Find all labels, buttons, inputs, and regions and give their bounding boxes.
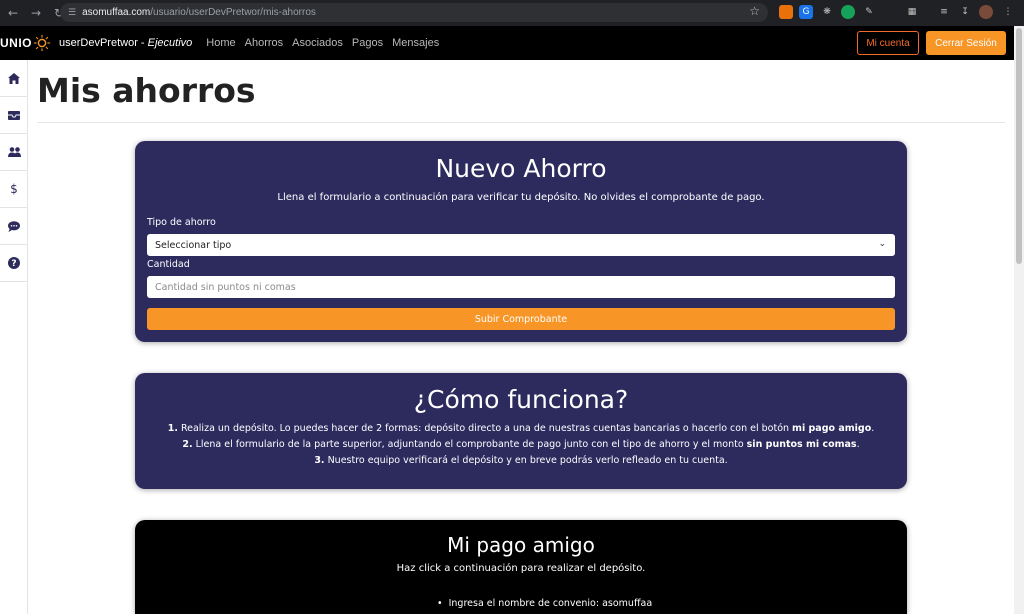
profile-avatar-icon[interactable] (979, 5, 993, 19)
sidebar-item-home[interactable] (0, 60, 28, 97)
cantidad-label: Cantidad (147, 259, 190, 270)
mi-pago-amigo-subtitle: Haz click a continuación para realizar e… (396, 563, 646, 574)
subir-comprobante-button[interactable]: Subir Comprobante (147, 308, 895, 330)
step-3-number: 3. (314, 455, 325, 466)
como-funciona-title: ¿Cómo funciona? (413, 385, 629, 414)
user-role: userDevPretwor - Ejecutivo (59, 37, 193, 49)
page-title: Mis ahorros (37, 71, 256, 110)
step-2-text: Llena el formulario de la parte superior… (192, 439, 747, 450)
cerrar-sesion-button[interactable]: Cerrar Sesión (926, 31, 1006, 55)
tipo-ahorro-select[interactable]: Seleccionar tipo ⌄ (147, 234, 895, 256)
extension-translate-icon[interactable]: G (799, 5, 813, 19)
users-icon (7, 147, 21, 157)
nav-pagos[interactable]: Pagos (352, 37, 383, 49)
extension-eyedropper-icon[interactable]: ✎ (862, 5, 876, 19)
download-icon[interactable]: ↧ (958, 5, 972, 19)
mi-pago-amigo-title: Mi pago amigo (447, 533, 595, 557)
mi-pago-amigo-card: Mi pago amigo Haz click a continuación p… (135, 520, 907, 614)
app-navbar: UNIO userDevPretwor - Ejecutivo Home Aho… (0, 26, 1014, 60)
reading-list-icon[interactable]: ≡ (937, 5, 951, 19)
nuevo-ahorro-subtitle: Llena el formulario a continuación para … (277, 192, 765, 203)
brand-logo[interactable]: UNIO (0, 34, 51, 52)
nav-asociados[interactable]: Asociados (292, 37, 343, 49)
chat-icon (8, 220, 20, 232)
step-1-number: 1. (167, 423, 178, 434)
scrollbar-thumb[interactable] (1016, 28, 1022, 264)
step-2-end: . (856, 439, 860, 450)
mi-cuenta-button[interactable]: Mi cuenta (857, 31, 919, 55)
bookmark-star-icon[interactable]: ☆ (749, 4, 760, 18)
nav-home[interactable]: Home (206, 37, 235, 49)
tipo-ahorro-value: Seleccionar tipo (155, 239, 232, 251)
help-icon: ? (8, 257, 20, 269)
tipo-ahorro-label: Tipo de ahorro (147, 217, 216, 228)
dollar-icon: $ (10, 182, 18, 196)
username: userDevPretwor (59, 37, 138, 49)
inbox-icon (8, 110, 20, 120)
nav-mensajes[interactable]: Mensajes (392, 37, 439, 49)
back-icon[interactable]: ← (3, 3, 23, 23)
sidebar-item-pagos[interactable]: $ (0, 171, 28, 208)
home-icon (8, 72, 20, 84)
step-3-text: Nuestro equipo verificará el depósito y … (324, 455, 728, 466)
address-bar[interactable]: ☰ asomuffaa.com/usuario/userDevPretwor/m… (60, 3, 768, 22)
sidebar: $ ? (0, 60, 28, 614)
sun-logo-icon (33, 34, 51, 52)
logo-text: UNIO (0, 36, 32, 50)
step-3: 3. Nuestro equipo verificará el depósito… (135, 455, 907, 466)
como-funciona-card: ¿Cómo funciona? 1. Realiza un depósito. … (135, 373, 907, 489)
step-1-end: . (871, 423, 875, 434)
step-1-text: Realiza un depósito. Lo puedes hacer de … (177, 423, 793, 434)
chevron-down-icon: ⌄ (878, 239, 886, 249)
list-item: Ingresa el nombre de convenio: asomuffaa (437, 598, 653, 609)
nuevo-ahorro-card: Nuevo Ahorro Llena el formulario a conti… (135, 141, 907, 342)
title-divider (37, 122, 1005, 123)
sidebar-item-inbox[interactable] (0, 97, 28, 134)
extension-grammar-icon[interactable] (841, 5, 855, 19)
forward-icon[interactable]: → (26, 3, 46, 23)
step-2-bold: sin puntos mi comas (746, 439, 857, 450)
svg-text:?: ? (11, 259, 16, 269)
step-1: 1. Realiza un depósito. Lo puedes hacer … (135, 423, 907, 434)
extension-gear-icon[interactable]: ❋ (820, 5, 834, 19)
url-path: /usuario/userDevPretwor/mis-ahorros (150, 7, 316, 18)
sidebar-item-ayuda[interactable]: ? (0, 245, 28, 282)
page-scrollbar[interactable] (1014, 26, 1024, 614)
browser-toolbar: ← → ↻ ☰ asomuffaa.com/usuario/userDevPre… (0, 0, 1024, 26)
sidebar-item-users[interactable] (0, 134, 28, 171)
role: Ejecutivo (147, 37, 193, 49)
sidebar-item-mensajes[interactable] (0, 208, 28, 245)
browser-menu-icon[interactable]: ⋮ (1001, 5, 1015, 19)
main-nav: Home Ahorros Asociados Pagos Mensajes (206, 37, 448, 49)
step-2-number: 2. (182, 439, 193, 450)
step-1-bold: mi pago amigo (792, 423, 872, 434)
nav-ahorros[interactable]: Ahorros (245, 37, 284, 49)
cantidad-input[interactable]: Cantidad sin puntos ni comas (147, 276, 895, 298)
url-host: asomuffaa.com (82, 7, 151, 18)
site-info-icon[interactable]: ☰ (68, 8, 76, 18)
extension-fox-icon[interactable] (779, 5, 793, 19)
nuevo-ahorro-title: Nuevo Ahorro (435, 154, 607, 183)
extensions-puzzle-icon[interactable]: ▦ (905, 5, 919, 19)
step-2: 2. Llena el formulario de la parte super… (135, 439, 907, 450)
